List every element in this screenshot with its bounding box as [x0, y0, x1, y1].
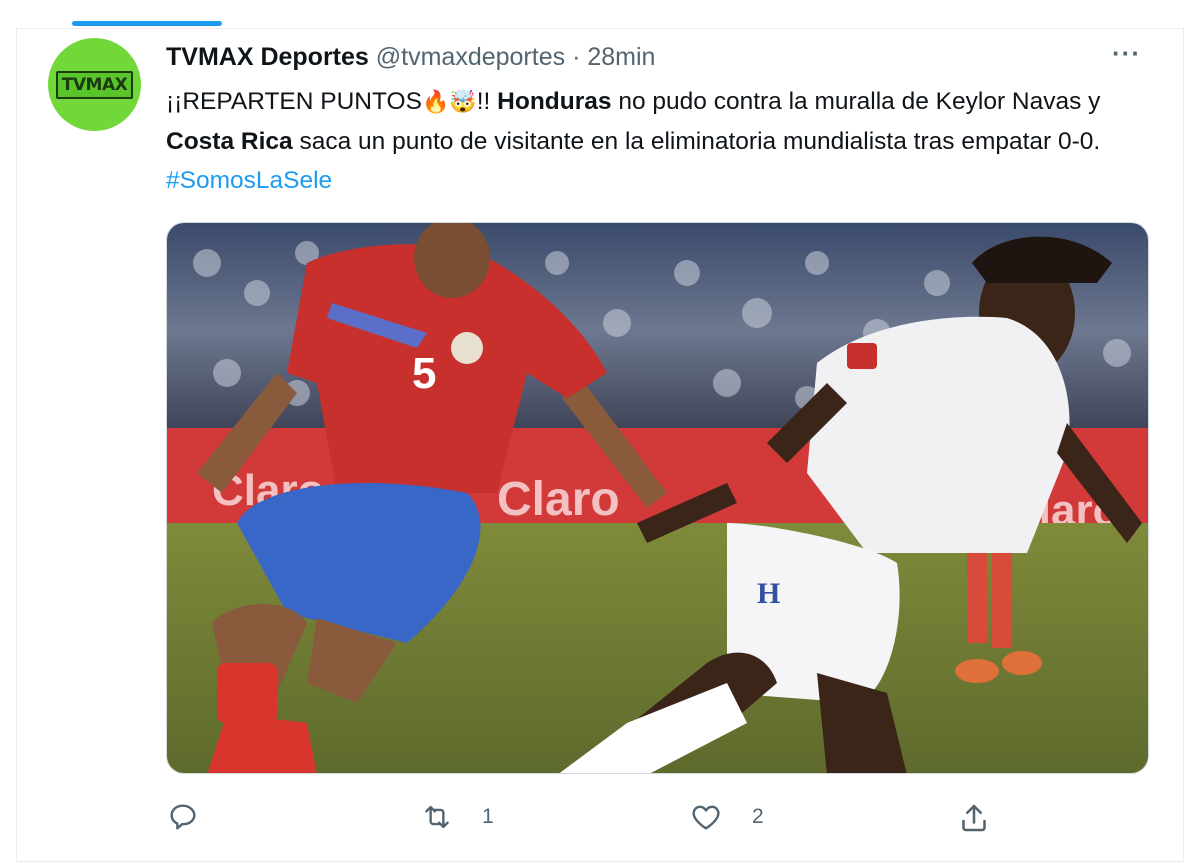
tab-active-indicator: [72, 21, 222, 26]
like-icon: [688, 800, 724, 834]
retweet-icon: [418, 800, 456, 834]
avatar[interactable]: TVMAX: [48, 38, 141, 131]
header-separator: ·: [572, 43, 581, 71]
tweet-actions: 1 2: [0, 796, 1200, 842]
ad-board-text: Claro: [497, 473, 620, 526]
text-part: ¡¡REPARTEN PUNTOS: [166, 88, 422, 115]
photo-illustration: Claro Claro Claro 5 H: [167, 223, 1148, 773]
reply-icon: [166, 800, 200, 834]
like-count: 2: [752, 805, 764, 828]
author-handle[interactable]: @tvmaxdeportes: [376, 43, 565, 71]
text-part: saca un punto de visitante en la elimina…: [292, 128, 1101, 155]
shorts-letter: H: [757, 577, 780, 610]
reply-button[interactable]: [166, 800, 200, 834]
tweet-header: TVMAX Deportes @tvmaxdeportes · 28min: [166, 40, 655, 74]
share-icon: [956, 800, 992, 836]
tweet-photo[interactable]: Claro Claro Claro 5 H: [166, 222, 1149, 774]
jersey-number: 5: [412, 349, 436, 398]
like-button[interactable]: 2: [688, 800, 764, 834]
retweet-button[interactable]: 1: [418, 800, 494, 834]
fire-emoji-icon: 🔥: [421, 90, 450, 115]
text-part: no pudo contra la muralla de Keylor Nava…: [611, 88, 1101, 115]
exploding-head-emoji-icon: 🤯: [449, 90, 477, 115]
tweet-text: ¡¡REPARTEN PUNTOS🔥🤯!! Honduras no pudo c…: [166, 82, 1156, 200]
text-bold: Costa Rica: [166, 128, 293, 155]
retweet-count: 1: [482, 805, 494, 828]
tweet-time[interactable]: 28min: [587, 43, 655, 71]
more-icon[interactable]: ···: [1112, 38, 1141, 69]
avatar-logo: TVMAX: [55, 70, 134, 99]
text-part: !!: [476, 88, 498, 115]
hashtag-link[interactable]: #SomosLaSele: [166, 167, 332, 194]
share-button[interactable]: [956, 800, 992, 836]
text-bold: Honduras: [497, 88, 612, 115]
author-name[interactable]: TVMAX Deportes: [166, 43, 369, 71]
